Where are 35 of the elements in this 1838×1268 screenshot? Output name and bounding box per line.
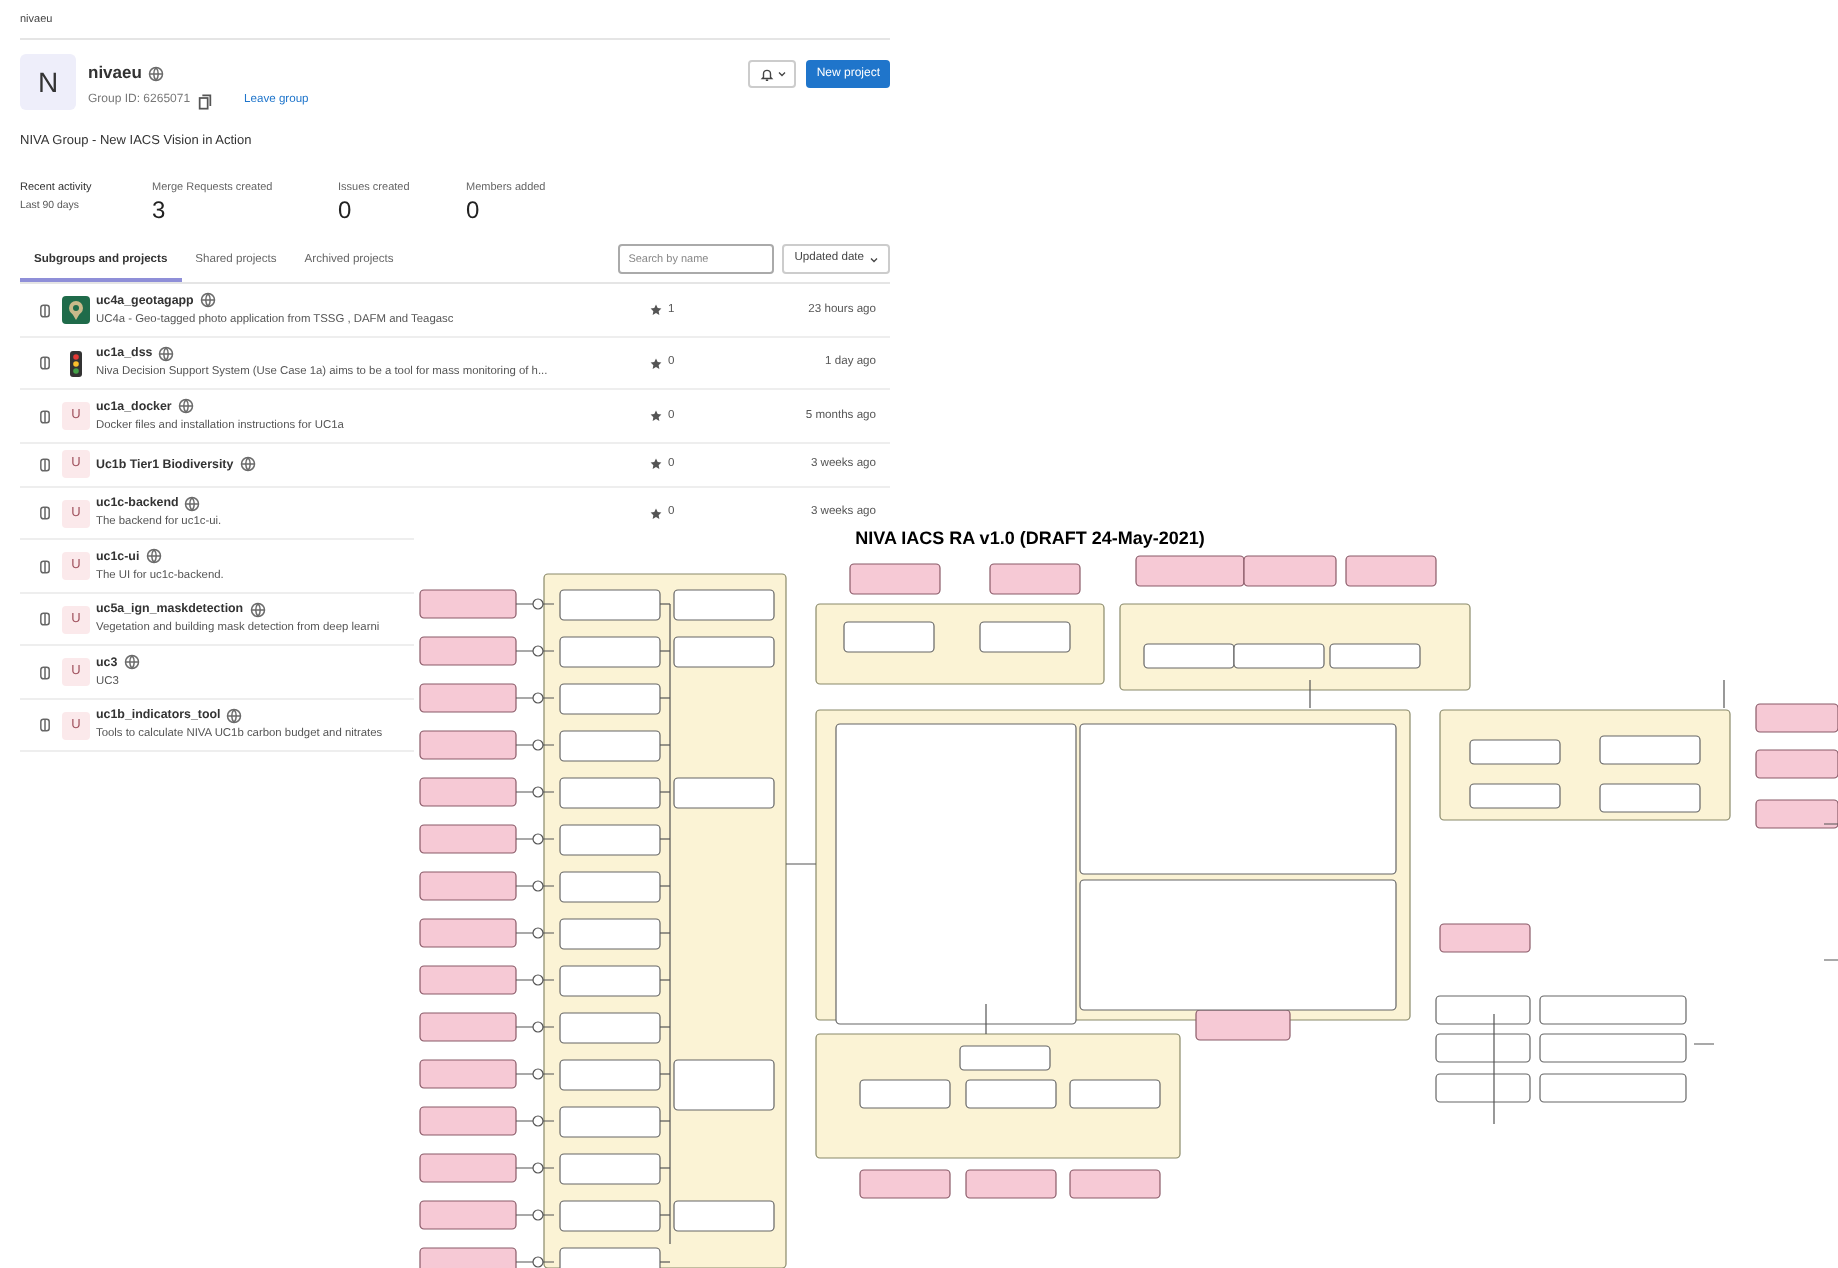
copy-icon[interactable] bbox=[198, 93, 213, 109]
project-icon bbox=[40, 409, 50, 423]
stat-value: 0 bbox=[466, 196, 482, 225]
notification-dropdown[interactable] bbox=[748, 60, 797, 89]
star-icon bbox=[650, 357, 662, 369]
globe-icon bbox=[123, 654, 140, 671]
star-icon bbox=[650, 410, 662, 422]
project-icon bbox=[40, 506, 50, 520]
project-icon bbox=[40, 559, 50, 573]
pin-logo-icon bbox=[62, 296, 90, 324]
globe-icon bbox=[158, 345, 175, 362]
globe-icon bbox=[226, 707, 243, 724]
diagram-title: NIVA IACS RA v1.0 (DRAFT 24-May-2021) bbox=[855, 526, 1205, 552]
stat-value: 3 bbox=[152, 196, 168, 225]
project-icon bbox=[40, 665, 50, 679]
globe-icon bbox=[239, 456, 256, 473]
chevron-down-icon bbox=[777, 70, 786, 79]
star-icon bbox=[650, 304, 662, 316]
bell-icon bbox=[759, 67, 774, 82]
globe-icon bbox=[145, 548, 162, 565]
globe-icon bbox=[177, 398, 194, 415]
project-icon bbox=[40, 457, 50, 472]
project-icon bbox=[40, 303, 50, 317]
group-avatar: N bbox=[20, 54, 76, 111]
globe-icon bbox=[184, 495, 201, 512]
globe-icon bbox=[147, 65, 164, 82]
globe-icon bbox=[249, 601, 266, 618]
project-icon bbox=[40, 356, 50, 370]
group-name: nivaeu bbox=[88, 60, 142, 86]
stat-value: 0 bbox=[338, 196, 354, 225]
project-icon bbox=[40, 612, 50, 626]
project-icon bbox=[40, 718, 50, 732]
globe-icon bbox=[199, 292, 216, 309]
star-icon bbox=[650, 458, 662, 471]
star-icon bbox=[650, 507, 662, 519]
